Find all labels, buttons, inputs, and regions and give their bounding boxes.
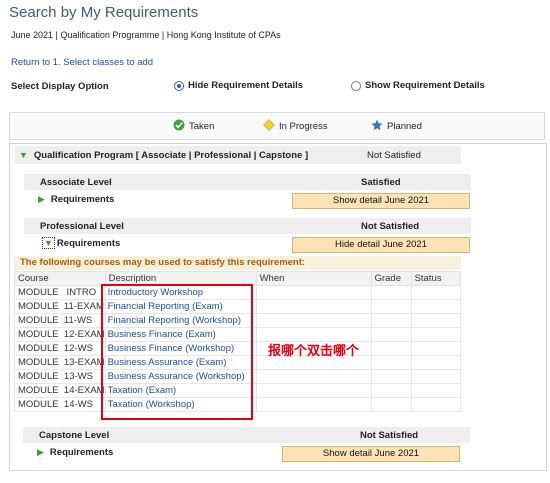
associate-status: Satisfied	[361, 176, 401, 188]
course-status	[410, 355, 462, 370]
course-row[interactable]: MODULE 14-EXAM Taxation (Exam)	[14, 383, 462, 398]
course-description-link[interactable]: Financial Reporting (Exam)	[104, 299, 257, 314]
page-subtitle: June 2021 | Qualification Programme | Ho…	[11, 30, 281, 40]
course-code: MODULE 11-EXAM	[14, 299, 106, 314]
column-when: When	[255, 271, 372, 286]
expand-triangle-icon[interactable]: ▶	[37, 447, 44, 458]
associate-level-header: Associate Level Satisfied	[24, 174, 471, 190]
course-grade	[370, 355, 412, 370]
course-status	[410, 397, 462, 412]
courses-banner: The following courses may be used to sat…	[14, 256, 461, 270]
course-row[interactable]: MODULE 13-EXAM Business Assurance (Exam)	[14, 355, 462, 370]
course-when	[255, 383, 372, 398]
show-details-radio-option[interactable]: Show Requirement Details	[351, 80, 485, 91]
course-when	[255, 369, 372, 384]
course-grade	[370, 327, 412, 342]
capstone-level-header: Capstone Level Not Satisfied	[23, 427, 470, 443]
course-description-link[interactable]: Financial Reporting (Workshop)	[104, 313, 257, 328]
associate-show-detail-button[interactable]: Show detail June 2021	[292, 193, 470, 209]
course-row[interactable]: MODULE 11-EXAM Financial Reporting (Exam)	[14, 299, 462, 314]
course-table-header: Course Description When Grade Status	[14, 271, 462, 286]
course-grade	[370, 313, 412, 328]
course-row[interactable]: MODULE 14-WS Taxation (Workshop)	[14, 397, 462, 412]
course-grade	[370, 299, 412, 314]
column-description: Description	[104, 271, 257, 286]
star-icon	[371, 119, 383, 133]
associate-requirements-toggle[interactable]: ▶ Requirements	[38, 194, 114, 205]
course-code: MODULE 11-WS	[14, 313, 106, 328]
course-row[interactable]: MODULE 11-WS Financial Reporting (Worksho…	[14, 313, 462, 328]
course-row[interactable]: MODULE 13-WS Business Assurance (Workshop…	[14, 369, 462, 384]
legend-in-progress: In Progress	[263, 119, 328, 133]
course-description-link[interactable]: Taxation (Exam)	[104, 383, 257, 398]
annotation-text: 报哪个双击哪个	[268, 344, 360, 359]
page-title: Search by My Requirements	[9, 4, 199, 21]
course-status	[410, 313, 462, 328]
course-description-link[interactable]: Business Assurance (Exam)	[104, 355, 257, 370]
course-when	[255, 313, 372, 328]
expand-triangle-icon[interactable]: ▶	[38, 194, 45, 205]
course-description-link[interactable]: Business Finance (Exam)	[104, 327, 257, 342]
course-code: MODULE 13-EXAM	[14, 355, 106, 370]
course-when	[255, 285, 372, 300]
return-link[interactable]: Return to 1. Select classes to add	[11, 57, 153, 68]
course-status	[410, 285, 462, 300]
professional-status: Not Satisfied	[361, 220, 420, 232]
display-option-label: Select Display Option	[11, 81, 109, 92]
collapse-triangle-icon[interactable]: ▼	[42, 237, 55, 249]
capstone-status: Not Satisfied	[360, 429, 419, 441]
show-details-label: Show Requirement Details	[365, 80, 485, 91]
course-description-link[interactable]: Business Finance (Workshop)	[104, 341, 257, 356]
course-table: Course Description When Grade Status MOD…	[14, 271, 462, 412]
course-grade	[370, 397, 412, 412]
course-status	[410, 299, 462, 314]
course-when	[255, 397, 372, 412]
course-code: MODULE 14-EXAM	[14, 383, 106, 398]
course-status	[410, 369, 462, 384]
course-status	[410, 383, 462, 398]
column-course: Course	[14, 271, 106, 286]
show-details-radio[interactable]	[351, 80, 361, 91]
checkmark-icon	[173, 119, 185, 133]
course-grade	[370, 285, 412, 300]
course-code: MODULE INTRO	[14, 285, 106, 300]
course-row[interactable]: MODULE INTRO Introductory Workshop	[14, 285, 462, 300]
professional-level-header: Professional Level Not Satisfied	[24, 218, 471, 234]
course-code: MODULE 13-WS	[14, 369, 106, 384]
course-row[interactable]: MODULE 12-EXAM Business Finance (Exam)	[14, 327, 462, 342]
hide-details-radio[interactable]	[174, 80, 184, 91]
collapse-triangle-icon[interactable]: ▼	[19, 150, 28, 160]
hide-details-label: Hide Requirement Details	[188, 80, 304, 91]
status-legend: Taken In Progress Planned	[9, 112, 545, 140]
capstone-requirements-toggle[interactable]: ▶ Requirements	[37, 447, 113, 458]
course-code: MODULE 12-WS	[14, 341, 106, 356]
course-row[interactable]: MODULE 12-WS Business Finance (Workshop)	[14, 341, 462, 356]
legend-planned: Planned	[371, 119, 422, 133]
course-code: MODULE 14-WS	[14, 397, 106, 412]
hide-details-radio-option[interactable]: Hide Requirement Details	[174, 80, 303, 91]
course-when	[255, 299, 372, 314]
column-status: Status	[410, 271, 462, 286]
program-status: Not Satisfied	[367, 149, 421, 161]
capstone-show-detail-button[interactable]: Show detail June 2021	[282, 446, 460, 462]
course-status	[410, 341, 462, 356]
course-description-link[interactable]: Business Assurance (Workshop)	[104, 369, 257, 384]
course-grade	[370, 369, 412, 384]
course-description-link[interactable]: Introductory Workshop	[104, 285, 257, 300]
professional-hide-detail-button[interactable]: Hide detail June 2021	[292, 237, 470, 253]
course-grade	[370, 341, 412, 356]
professional-requirements-toggle[interactable]: ▼ Requirements	[42, 237, 120, 249]
course-grade	[370, 383, 412, 398]
legend-taken: Taken	[173, 119, 214, 133]
course-code: MODULE 12-EXAM	[14, 327, 106, 342]
course-status	[410, 327, 462, 342]
diamond-icon	[263, 119, 275, 133]
program-header[interactable]: ▼ Qualification Program [ Associate | Pr…	[15, 146, 461, 164]
column-grade: Grade	[370, 271, 412, 286]
course-description-link[interactable]: Taxation (Workshop)	[104, 397, 257, 412]
program-title: Qualification Program [ Associate | Prof…	[33, 149, 309, 161]
